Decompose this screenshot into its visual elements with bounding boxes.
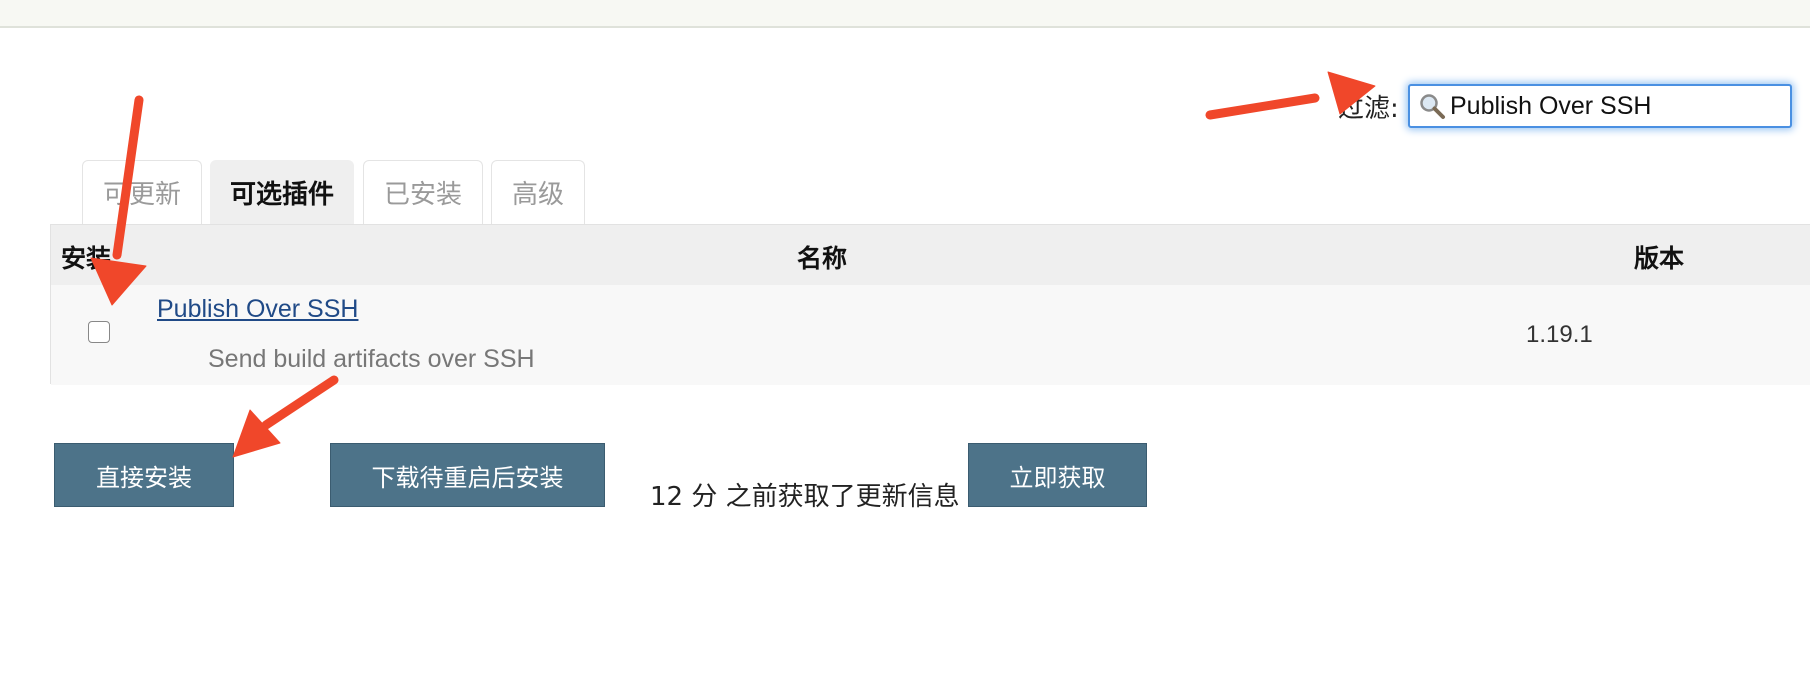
- arrow-to-install-button-icon: [232, 375, 339, 458]
- column-header-install[interactable]: 安装: [61, 239, 111, 275]
- install-now-button[interactable]: 直接安装: [54, 443, 234, 507]
- filter-field[interactable]: [1408, 84, 1792, 128]
- table-row: Publish Over SSH Send build artifacts ov…: [51, 285, 1810, 385]
- tab-updates[interactable]: 可更新: [82, 160, 202, 224]
- column-header-version[interactable]: 版本: [1634, 239, 1684, 275]
- tab-available[interactable]: 可选插件: [210, 160, 354, 224]
- tab-advanced[interactable]: 高级: [491, 160, 585, 224]
- filter-input[interactable]: [1450, 88, 1780, 124]
- install-checkbox[interactable]: [88, 321, 110, 343]
- column-header-name[interactable]: 名称: [797, 239, 847, 275]
- update-info-text: 12 分 之前获取了更新信息: [650, 482, 960, 512]
- plugin-table: 安装 名称 版本 Publish Over SSH Send build art…: [50, 224, 1810, 385]
- plugin-description: Send build artifacts over SSH: [208, 345, 535, 373]
- search-icon: [1420, 94, 1445, 119]
- fetch-now-button[interactable]: 立即获取: [968, 443, 1147, 507]
- download-restart-button[interactable]: 下载待重启后安装: [330, 443, 605, 507]
- tab-installed[interactable]: 已安装: [363, 160, 483, 224]
- table-header: 安装 名称 版本: [51, 225, 1810, 285]
- plugin-name-link[interactable]: Publish Over SSH: [157, 295, 358, 324]
- top-strip: [0, 0, 1810, 28]
- filter-label: 过滤:: [1338, 94, 1399, 124]
- plugin-version: 1.19.1: [1526, 321, 1593, 348]
